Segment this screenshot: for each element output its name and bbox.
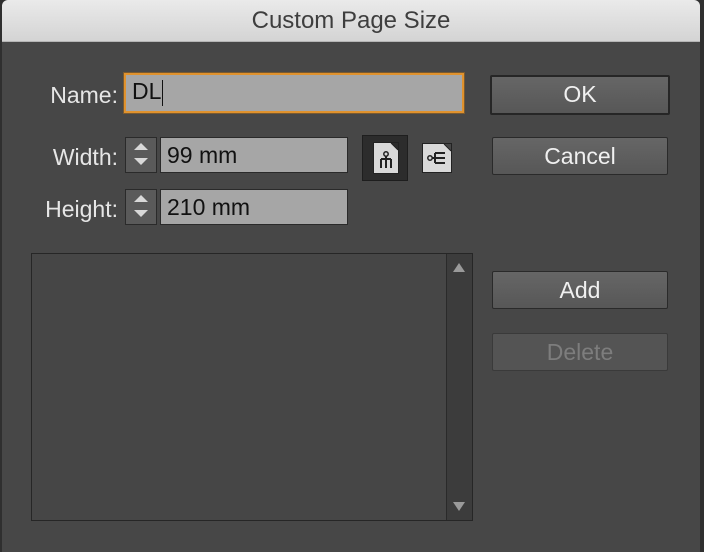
height-label: Height: (45, 196, 118, 222)
portrait-orientation-icon (373, 142, 399, 174)
add-button[interactable]: Add (492, 271, 668, 309)
chevron-up-icon (134, 195, 148, 202)
height-stepper[interactable] (125, 189, 157, 225)
width-increment-button[interactable] (126, 138, 156, 155)
height-decrement-button[interactable] (126, 207, 156, 224)
width-label: Width: (52, 144, 118, 170)
scroll-down-arrow-icon[interactable] (453, 502, 465, 511)
delete-button[interactable]: Delete (492, 333, 668, 371)
text-caret (162, 79, 164, 106)
chevron-down-icon (134, 210, 148, 217)
landscape-orientation-icon (422, 143, 452, 173)
ok-button[interactable]: OK (490, 75, 670, 115)
width-decrement-button[interactable] (126, 155, 156, 172)
name-input[interactable]: DL (124, 73, 464, 113)
chevron-up-icon (134, 143, 148, 150)
dialog-title: Custom Page Size (251, 7, 451, 34)
height-input[interactable]: 210 mm (160, 189, 348, 225)
cancel-button[interactable]: Cancel (492, 137, 668, 175)
portrait-orientation-button[interactable] (362, 135, 408, 181)
landscape-orientation-button[interactable] (416, 135, 462, 181)
name-value: DL (132, 78, 162, 104)
scroll-up-arrow-icon[interactable] (453, 263, 465, 272)
custom-page-size-dialog: Custom Page Size Name: DL Width: 99 mm H… (2, 0, 700, 552)
width-input[interactable]: 99 mm (160, 137, 348, 173)
width-stepper[interactable] (125, 137, 157, 173)
title-bar[interactable]: Custom Page Size (2, 0, 700, 42)
name-label: Name: (50, 82, 118, 108)
chevron-down-icon (134, 158, 148, 165)
list-scrollbar[interactable] (446, 254, 472, 520)
height-increment-button[interactable] (126, 190, 156, 207)
page-size-list[interactable] (31, 253, 473, 521)
